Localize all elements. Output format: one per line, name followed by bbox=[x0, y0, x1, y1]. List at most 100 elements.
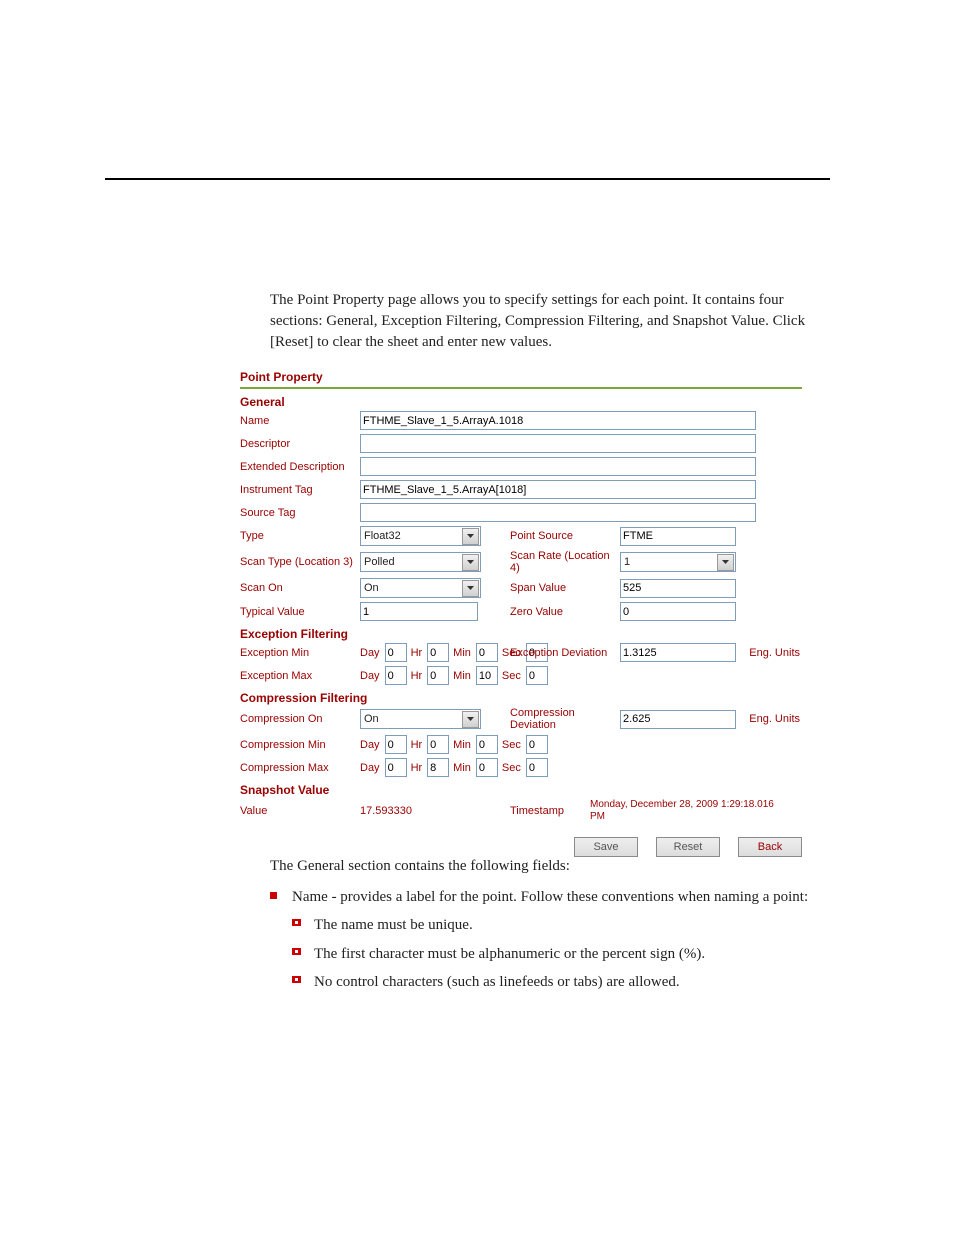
day-label: Day bbox=[360, 670, 380, 682]
cmp-min-min[interactable] bbox=[476, 735, 498, 754]
compression-min-group: Day Hr Min Sec bbox=[360, 735, 510, 754]
ex-max-sec[interactable] bbox=[526, 666, 548, 685]
source-tag-input[interactable] bbox=[360, 503, 756, 522]
min-label: Min bbox=[453, 762, 471, 774]
point-source-input[interactable] bbox=[620, 527, 736, 546]
cmp-max-sec[interactable] bbox=[526, 758, 548, 777]
compression-max-group: Day Hr Min Sec bbox=[360, 758, 510, 777]
cmp-min-day[interactable] bbox=[385, 735, 407, 754]
compression-on-label: Compression On bbox=[240, 713, 360, 725]
eng-units-label: Eng. Units bbox=[749, 647, 800, 659]
hr-label: Hr bbox=[411, 762, 423, 774]
hr-label: Hr bbox=[411, 739, 423, 751]
scan-type-select[interactable]: Polled bbox=[360, 552, 481, 572]
compression-on-value: On bbox=[364, 713, 379, 725]
button-row: Save Reset Back bbox=[240, 837, 802, 857]
save-button[interactable]: Save bbox=[574, 837, 638, 857]
ex-min-hr[interactable] bbox=[427, 643, 449, 662]
min-label: Min bbox=[453, 739, 471, 751]
compression-on-select[interactable]: On bbox=[360, 709, 481, 729]
after-text: The General section contains the followi… bbox=[270, 855, 810, 994]
sec-label: Sec bbox=[502, 670, 521, 682]
descriptor-label: Descriptor bbox=[240, 438, 360, 450]
scan-type-value: Polled bbox=[364, 556, 395, 568]
exception-max-group: Day Hr Min Sec bbox=[360, 666, 510, 685]
cmp-max-hr[interactable] bbox=[427, 758, 449, 777]
compression-dev-label: Compression Deviation bbox=[510, 707, 620, 731]
zero-value-input[interactable] bbox=[620, 602, 736, 621]
descriptor-input[interactable] bbox=[360, 434, 756, 453]
min-label: Min bbox=[453, 647, 471, 659]
day-label: Day bbox=[360, 647, 380, 659]
bullet-name: Name - provides a label for the point. F… bbox=[270, 886, 810, 909]
typical-value-input[interactable] bbox=[360, 602, 478, 621]
exception-max-label: Exception Max bbox=[240, 670, 360, 682]
cmp-min-hr[interactable] bbox=[427, 735, 449, 754]
day-label: Day bbox=[360, 739, 380, 751]
zero-value-label: Zero Value bbox=[510, 606, 620, 618]
bullet-sub2: The first character must be alphanumeric… bbox=[292, 943, 810, 966]
ext-desc-input[interactable] bbox=[360, 457, 756, 476]
name-input[interactable] bbox=[360, 411, 756, 430]
sec-label: Sec bbox=[502, 762, 521, 774]
scan-type-label: Scan Type (Location 3) bbox=[240, 556, 360, 568]
after-intro: The General section contains the followi… bbox=[270, 855, 810, 878]
ex-max-day[interactable] bbox=[385, 666, 407, 685]
eng-units-label: Eng. Units bbox=[749, 713, 800, 725]
scan-rate-label: Scan Rate (Location 4) bbox=[510, 550, 620, 574]
inst-tag-label: Instrument Tag bbox=[240, 484, 360, 496]
scan-rate-select[interactable]: 1 bbox=[620, 552, 736, 572]
section-exception: Exception Filtering bbox=[240, 627, 802, 641]
ex-max-hr[interactable] bbox=[427, 666, 449, 685]
exception-min-label: Exception Min bbox=[240, 647, 360, 659]
point-property-form: Point Property General Name Descriptor E… bbox=[240, 370, 802, 857]
source-tag-label: Source Tag bbox=[240, 507, 360, 519]
bullet-sub1: The name must be unique. bbox=[292, 914, 810, 937]
ex-min-min[interactable] bbox=[476, 643, 498, 662]
typical-value-label: Typical Value bbox=[240, 606, 360, 618]
scan-on-label: Scan On bbox=[240, 582, 360, 594]
ex-max-min[interactable] bbox=[476, 666, 498, 685]
cmp-max-day[interactable] bbox=[385, 758, 407, 777]
cmp-max-min[interactable] bbox=[476, 758, 498, 777]
scan-on-select[interactable]: On bbox=[360, 578, 481, 598]
exception-dev-label: Exception Deviation bbox=[510, 647, 620, 659]
timestamp-value: Monday, December 28, 2009 1:29:18.016 PM bbox=[590, 799, 790, 823]
type-value: Float32 bbox=[364, 530, 401, 542]
hr-label: Hr bbox=[411, 670, 423, 682]
chevron-down-icon bbox=[462, 554, 479, 571]
chevron-down-icon bbox=[462, 580, 479, 597]
min-label: Min bbox=[453, 670, 471, 682]
span-value-input[interactable] bbox=[620, 579, 736, 598]
ext-desc-label: Extended Description bbox=[240, 461, 360, 473]
compression-min-label: Compression Min bbox=[240, 739, 360, 751]
exception-min-group: Day Hr Min Sec bbox=[360, 643, 510, 662]
compression-dev-input[interactable] bbox=[620, 710, 736, 729]
ex-min-day[interactable] bbox=[385, 643, 407, 662]
form-title: Point Property bbox=[240, 370, 802, 384]
inst-tag-input[interactable] bbox=[360, 480, 756, 499]
name-label: Name bbox=[240, 415, 360, 427]
snapshot-value: 17.593330 bbox=[360, 805, 510, 817]
section-snapshot: Snapshot Value bbox=[240, 783, 802, 797]
reset-button[interactable]: Reset bbox=[656, 837, 720, 857]
back-button[interactable]: Back bbox=[738, 837, 802, 857]
scan-rate-value: 1 bbox=[624, 556, 630, 568]
type-select[interactable]: Float32 bbox=[360, 526, 481, 546]
sec-label: Sec bbox=[502, 739, 521, 751]
exception-dev-input[interactable] bbox=[620, 643, 736, 662]
hr-label: Hr bbox=[411, 647, 423, 659]
span-value-label: Span Value bbox=[510, 582, 620, 594]
chevron-down-icon bbox=[717, 554, 734, 571]
intro-text: The Point Property page allows you to sp… bbox=[270, 290, 810, 353]
cmp-min-sec[interactable] bbox=[526, 735, 548, 754]
type-label: Type bbox=[240, 530, 360, 542]
section-compression: Compression Filtering bbox=[240, 691, 802, 705]
scan-on-value: On bbox=[364, 582, 379, 594]
bullet-sub3: No control characters (such as linefeeds… bbox=[292, 971, 810, 994]
compression-max-label: Compression Max bbox=[240, 762, 360, 774]
point-source-label: Point Source bbox=[510, 530, 620, 542]
chevron-down-icon bbox=[462, 711, 479, 728]
chevron-down-icon bbox=[462, 528, 479, 545]
timestamp-label: Timestamp bbox=[510, 805, 590, 817]
